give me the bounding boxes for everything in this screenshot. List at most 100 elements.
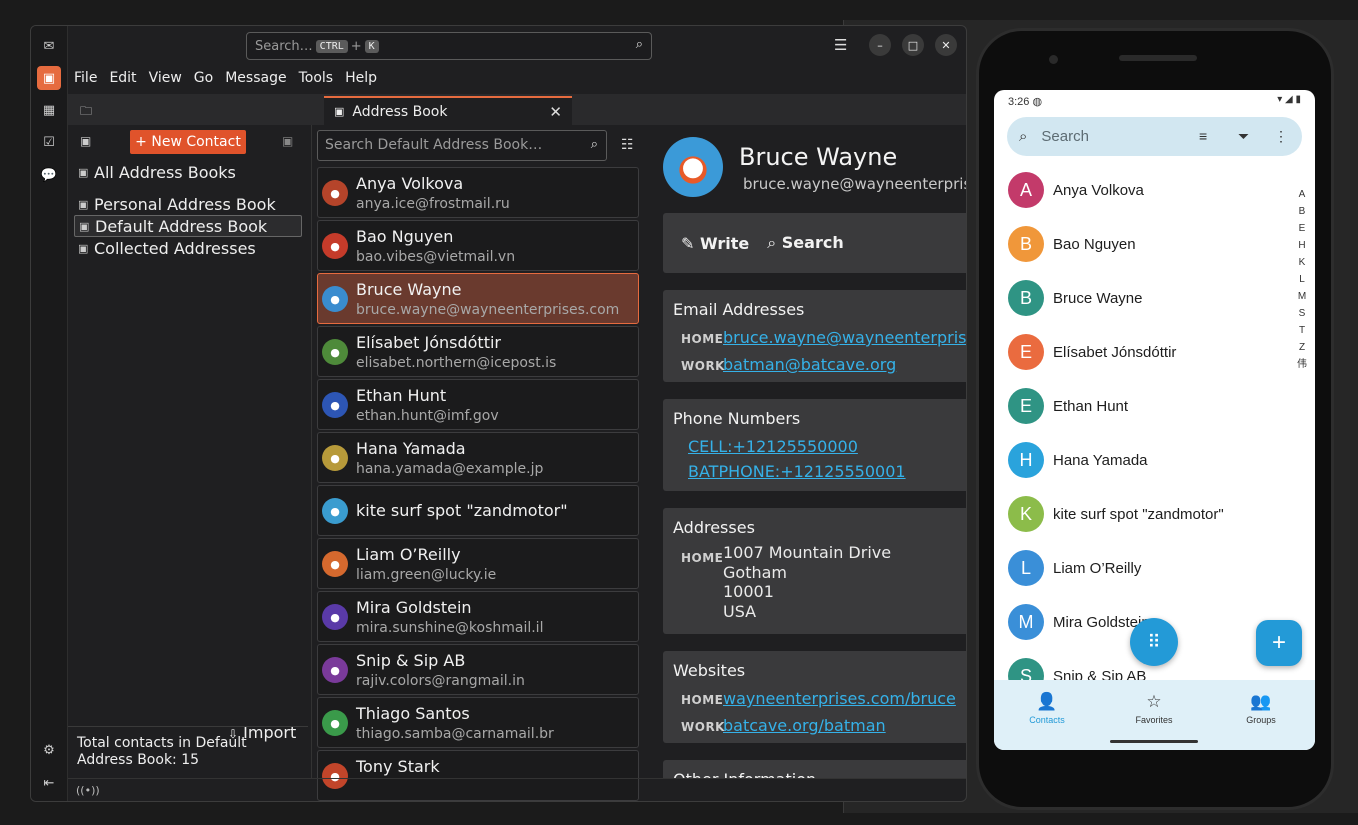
contact-card[interactable]: ● Thiago Santos thiago.samba@carnamail.br	[317, 697, 639, 748]
contact-card[interactable]: ● Snip & Sip AB rajiv.colors@rangmail.in	[317, 644, 639, 695]
phone-contact-row[interactable]: E Elísabet Jónsdóttir	[1008, 332, 1176, 372]
address-book-space-icon[interactable]: ▣	[37, 66, 61, 90]
shortcut-key-k: K	[364, 39, 379, 53]
phone-bottom-nav: 👤 Contacts ☆ Favorites 👥 Groups	[994, 680, 1315, 750]
index-letter[interactable]: Z	[1295, 339, 1309, 356]
address-line: 1007 Mountain Drive	[723, 543, 892, 562]
search-button[interactable]: ⌕ Search	[767, 233, 843, 253]
index-letter[interactable]: E	[1295, 220, 1309, 237]
index-letter[interactable]: K	[1295, 254, 1309, 271]
contact-avatar-icon: ●	[322, 286, 348, 312]
write-button[interactable]: ✎ Write	[681, 234, 749, 253]
chat-space-icon[interactable]: 💬	[37, 163, 61, 187]
contact-card[interactable]: ● Liam O’Reilly liam.green@lucky.ie	[317, 538, 639, 589]
contact-card[interactable]: ● Ethan Hunt ethan.hunt@imf.gov	[317, 379, 639, 430]
menu-message[interactable]: Message	[219, 66, 292, 92]
contact-email: elisabet.northern@icepost.is	[356, 355, 557, 371]
search-icon[interactable]: ⌕	[636, 37, 643, 52]
phone-contact-row[interactable]: B Bao Nguyen	[1008, 224, 1136, 264]
list-display-options-icon[interactable]: ☷	[621, 137, 634, 153]
collapse-spaces-icon[interactable]: ⇤	[37, 771, 61, 795]
sort-icon[interactable]: ≡	[1199, 128, 1207, 144]
alphabet-index[interactable]: ABEHKLMSTZ伟	[1295, 186, 1309, 373]
calendar-space-icon[interactable]: ▦	[37, 98, 61, 122]
global-search-input[interactable]: Search… CTRL + K ⌕	[246, 32, 652, 60]
book-icon: ▣	[78, 197, 89, 211]
other-info-section: Other Information	[663, 760, 966, 778]
mail-space-icon[interactable]: ✉	[37, 34, 61, 58]
email-heading: Email Addresses	[673, 300, 805, 319]
maximize-button[interactable]: □	[902, 34, 924, 56]
index-letter[interactable]: M	[1295, 288, 1309, 305]
contact-card[interactable]: ● Mira Goldstein mira.sunshine@koshmail.il	[317, 591, 639, 642]
dialpad-button[interactable]: ⠿	[1130, 618, 1178, 666]
tab-title: Address Book	[352, 103, 448, 120]
app-menu-icon[interactable]: ☰	[834, 36, 847, 54]
contact-card[interactable]: ● Bao Nguyen bao.vibes@vietmail.vn	[317, 220, 639, 271]
phone-contact-row[interactable]: B Bruce Wayne	[1008, 278, 1142, 318]
new-list-icon[interactable]: ▣	[282, 134, 293, 148]
book-personal[interactable]: ▣ Personal Address Book	[74, 193, 302, 215]
phone-cell-link[interactable]: CELL:+12125550000	[688, 434, 858, 459]
phone-batphone-link[interactable]: BATPHONE:+12125550001	[688, 459, 906, 484]
phone-search-bar[interactable]: ⌕ Search ≡ ⏷ ⋮	[1007, 117, 1302, 156]
menu-help[interactable]: Help	[339, 66, 383, 92]
phone-contact-row[interactable]: L Liam O’Reilly	[1008, 548, 1141, 588]
web-work-link[interactable]: batcave.org/batman	[723, 713, 886, 738]
folder-tab-icon[interactable]: 🗀	[80, 102, 92, 123]
index-letter[interactable]: A	[1295, 186, 1309, 203]
nav-groups[interactable]: 👥 Groups	[1221, 692, 1301, 725]
menu-view[interactable]: View	[143, 66, 188, 92]
phone-status-time: 3:26 ◍	[1008, 95, 1042, 108]
phone-contact-row[interactable]: H Hana Yamada	[1008, 440, 1148, 480]
nav-contacts[interactable]: 👤 Contacts	[1007, 692, 1087, 725]
email-work-link[interactable]: batman@batcave.org	[723, 352, 896, 377]
filter-icon[interactable]: ⏷	[1238, 128, 1249, 145]
book-collected[interactable]: ▣ Collected Addresses	[74, 237, 302, 259]
minimize-button[interactable]: –	[869, 34, 891, 56]
index-letter[interactable]: T	[1295, 322, 1309, 339]
web-home-link[interactable]: wayneenterprises.com/bruce	[723, 686, 956, 711]
contact-search-input[interactable]: Search Default Address Book… ⌕	[317, 130, 607, 161]
menu-edit[interactable]: Edit	[103, 66, 142, 92]
phone-contact-avatar: M	[1008, 604, 1044, 640]
contact-card[interactable]: ● Bruce Wayne bruce.wayne@wayneenterprises…	[317, 273, 639, 324]
person-icon: 👤	[1036, 692, 1058, 711]
settings-gear-icon[interactable]: ⚙	[37, 738, 61, 762]
phone-contact-row[interactable]: Kkite surf spot "zandmotor"	[1008, 494, 1224, 534]
phone-contact-row[interactable]: E Ethan Hunt	[1008, 386, 1128, 426]
contact-avatar-icon: ●	[322, 233, 348, 259]
phone-screen: 3:26 ◍ ▾ ◢ ▮ ⌕ Search ≡ ⏷ ⋮ A Anya Volkov…	[994, 90, 1315, 750]
tab-close-icon[interactable]: ✕	[549, 103, 562, 121]
tab-address-book[interactable]: ▣ Address Book ✕	[324, 96, 572, 125]
contact-card[interactable]: ● Hana Yamada hana.yamada@example.jp	[317, 432, 639, 483]
index-letter[interactable]: B	[1295, 203, 1309, 220]
menu-tools[interactable]: Tools	[293, 66, 340, 92]
menu-go[interactable]: Go	[188, 66, 219, 92]
menu-file[interactable]: File	[68, 66, 103, 92]
phone-contact-row[interactable]: M Mira Goldstein	[1008, 602, 1150, 642]
phone-contact-avatar: K	[1008, 496, 1044, 532]
contact-card[interactable]: ● kite surf spot "zandmotor"	[317, 485, 639, 536]
index-letter[interactable]: 伟	[1295, 356, 1309, 373]
close-button[interactable]: ✕	[935, 34, 957, 56]
online-status-icon[interactable]: ((•))	[76, 784, 100, 797]
contact-avatar-icon: ●	[322, 392, 348, 418]
book-all[interactable]: ▣ All Address Books	[74, 161, 302, 183]
nav-favorites[interactable]: ☆ Favorites	[1114, 692, 1194, 725]
add-contact-button[interactable]: +	[1256, 620, 1302, 666]
more-options-icon[interactable]: ⋮	[1274, 128, 1288, 145]
email-home-link[interactable]: bruce.wayne@wayneenterprises.com	[723, 325, 966, 350]
contact-card[interactable]: ● Elísabet Jónsdóttir elisabet.northern@ic…	[317, 326, 639, 377]
tasks-space-icon[interactable]: ☑	[37, 130, 61, 154]
contact-card[interactable]: ● Anya Volkova anya.ice@frostmail.ru	[317, 167, 639, 218]
index-letter[interactable]: L	[1295, 271, 1309, 288]
address-books-icon[interactable]: ▣	[80, 134, 91, 148]
new-contact-button[interactable]: + New Contact	[130, 130, 246, 154]
index-letter[interactable]: S	[1295, 305, 1309, 322]
phone-contact-row[interactable]: A Anya Volkova	[1008, 170, 1144, 210]
index-letter[interactable]: H	[1295, 237, 1309, 254]
book-default[interactable]: ▣ Default Address Book	[74, 215, 302, 237]
address-book-tab-icon: ▣	[334, 105, 345, 118]
books-footer: Total contacts in Default Address Book: …	[68, 726, 308, 776]
